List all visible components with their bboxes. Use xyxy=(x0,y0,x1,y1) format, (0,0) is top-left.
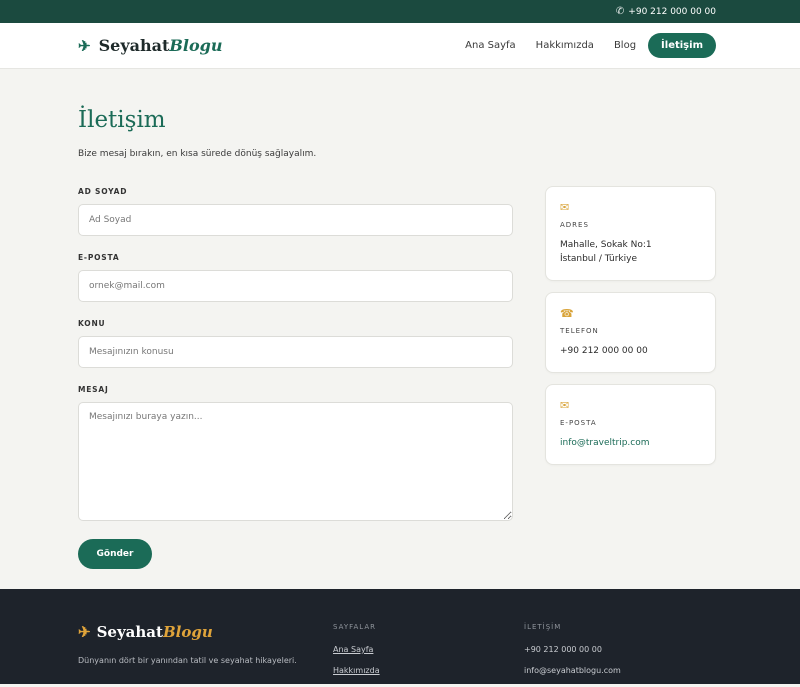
footer-brand-main: Seyahat xyxy=(96,623,163,641)
email-label: E-POSTA xyxy=(78,253,120,262)
navbar: ✈ SeyahatBlogu Ana Sayfa Hakkımızda Blog… xyxy=(0,23,800,69)
nav-item-blog[interactable]: Blog xyxy=(604,40,646,51)
footer-link-about[interactable]: Hakkımızda xyxy=(333,666,380,675)
submit-button[interactable]: Gönder xyxy=(78,539,152,569)
subject-label: KONU xyxy=(78,319,106,328)
name-label: AD SOYAD xyxy=(78,187,128,196)
nav-item-contact[interactable]: İletişim xyxy=(648,33,716,58)
phone-label: TELEFON xyxy=(560,327,599,335)
nav-item-home[interactable]: Ana Sayfa xyxy=(455,40,526,51)
footer-pages-column: SAYFALAR Ana Sayfa Hakkımızda xyxy=(333,623,380,687)
footer-link-home[interactable]: Ana Sayfa xyxy=(333,645,380,654)
main-content: İletişim Bize mesaj bırakın, en kısa sür… xyxy=(0,69,800,589)
contact-info-cards: ✉ ADRES Mahalle, Sokak No:1 İstanbul / T… xyxy=(545,186,716,476)
email-card: ✉ E-POSTA info@traveltrip.com xyxy=(545,384,716,465)
email-group: E-POSTA xyxy=(78,253,513,302)
footer-tagline: Dünyanın dört bir yanından tatil ve seya… xyxy=(78,656,297,665)
footer-pages-heading: SAYFALAR xyxy=(333,623,376,631)
plane-icon: ✈ xyxy=(78,36,91,55)
subject-group: KONU xyxy=(78,319,513,368)
email-card-label: E-POSTA xyxy=(560,419,597,427)
subject-input[interactable] xyxy=(78,336,513,368)
contact-form: AD SOYAD E-POSTA KONU MESAJ Gönder xyxy=(78,187,513,569)
address-label: ADRES xyxy=(560,221,589,229)
plane-icon: ✈ xyxy=(78,623,91,641)
footer-contact-heading: İLETİŞİM xyxy=(524,623,562,631)
footer-contact-email[interactable]: info@seyahatblogu.com xyxy=(524,666,621,675)
name-input[interactable] xyxy=(78,204,513,236)
page-title: İletişim xyxy=(78,107,166,133)
site-logo[interactable]: ✈ SeyahatBlogu xyxy=(78,36,222,55)
name-group: AD SOYAD xyxy=(78,187,513,236)
phone-icon: ☎ xyxy=(560,307,574,320)
address-line-2: İstanbul / Türkiye xyxy=(560,254,638,264)
email-input[interactable] xyxy=(78,270,513,302)
address-line-1: Mahalle, Sokak No:1 xyxy=(560,240,652,250)
message-label: MESAJ xyxy=(78,385,109,394)
message-textarea[interactable] xyxy=(78,402,513,521)
brand-name-main: Seyahat xyxy=(98,36,170,55)
address-card: ✉ ADRES Mahalle, Sokak No:1 İstanbul / T… xyxy=(545,186,716,281)
brand-name-accent: Blogu xyxy=(169,36,223,55)
phone-card: ☎ TELEFON +90 212 000 00 00 xyxy=(545,292,716,373)
footer-logo[interactable]: ✈ SeyahatBlogu xyxy=(78,623,213,641)
phone-value[interactable]: +90 212 000 00 00 xyxy=(560,344,701,358)
topbar-phone[interactable]: +90 212 000 00 00 xyxy=(628,7,716,17)
email-link[interactable]: info@traveltrip.com xyxy=(560,436,701,450)
mail-icon: ✉ xyxy=(560,399,570,412)
phone-icon: ✆ xyxy=(615,6,625,17)
footer-brand-accent: Blogu xyxy=(162,623,213,641)
page-subtitle: Bize mesaj bırakın, en kısa sürede dönüş… xyxy=(78,149,317,159)
nav-item-about[interactable]: Hakkımızda xyxy=(526,40,604,51)
mail-icon: ✉ xyxy=(560,201,570,214)
site-footer: ✈ SeyahatBlogu Dünyanın dört bir yanında… xyxy=(0,589,800,684)
footer-contact-column: İLETİŞİM +90 212 000 00 00 info@seyahatb… xyxy=(524,623,621,687)
main-nav: Ana Sayfa Hakkımızda Blog İletişim xyxy=(455,33,716,58)
message-group: MESAJ xyxy=(78,385,513,521)
footer-contact-phone[interactable]: +90 212 000 00 00 xyxy=(524,645,621,654)
top-bar: ✆ +90 212 000 00 00 xyxy=(0,0,800,23)
